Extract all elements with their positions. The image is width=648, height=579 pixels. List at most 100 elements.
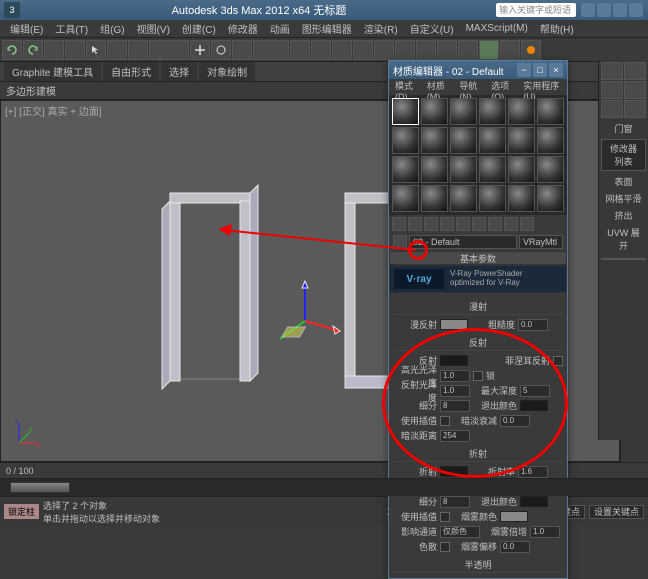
refcoord-dropdown[interactable] (253, 40, 289, 60)
sample-slot[interactable] (537, 156, 564, 183)
undo-icon[interactable] (2, 40, 22, 60)
sample-slot[interactable] (392, 185, 419, 212)
setkey-button[interactable]: 设置关键点 (589, 505, 644, 519)
maximize-icon[interactable] (613, 3, 627, 17)
sample-slot[interactable] (479, 156, 506, 183)
menu-graph[interactable]: 图形编辑器 (296, 21, 358, 36)
cp-tab-create[interactable] (601, 62, 623, 80)
spin-maxdepth-r[interactable]: 5 (520, 385, 550, 397)
select-icon[interactable] (86, 40, 106, 60)
me-maximize-icon[interactable]: □ (533, 63, 547, 77)
me-put-icon[interactable] (408, 217, 422, 231)
sample-slot[interactable] (450, 185, 477, 212)
me-gomap-icon[interactable] (520, 217, 534, 231)
me-copy-icon[interactable] (456, 217, 470, 231)
spin-rsubdiv[interactable]: 8 (440, 400, 470, 412)
material-editor-icon[interactable] (479, 40, 499, 60)
menu-modifiers[interactable]: 修改器 (222, 21, 264, 36)
sample-slot[interactable] (537, 127, 564, 154)
spin-fogbias[interactable]: 0.0 (500, 541, 530, 553)
minimize-icon[interactable] (597, 3, 611, 17)
menu-animation[interactable]: 动画 (264, 21, 296, 36)
spin-subdiv[interactable]: 8 (440, 496, 470, 508)
status-pin[interactable]: 锁定柱 (4, 504, 39, 519)
redo-icon[interactable] (23, 40, 43, 60)
me-showend-icon[interactable] (504, 217, 518, 231)
me-menu-mode[interactable]: 模式(D) (391, 79, 423, 95)
check-lock[interactable] (473, 371, 483, 381)
me-minimize-icon[interactable]: − (517, 63, 531, 77)
cp-tab-util[interactable] (624, 100, 646, 118)
cp-meshsmooth[interactable]: 网格平滑 (599, 190, 648, 207)
select-name-icon[interactable] (107, 40, 127, 60)
swatch-exitcolor-r[interactable] (520, 400, 548, 411)
me-type-button[interactable]: VRayMtl (519, 235, 563, 249)
me-get-icon[interactable] (392, 217, 406, 231)
ribbon-tab-freeform[interactable]: 自由形式 (103, 62, 159, 81)
sample-slot[interactable] (421, 98, 448, 125)
menu-maxscript[interactable]: MAXScript(M) (460, 23, 534, 34)
swatch-reflect[interactable] (440, 355, 468, 366)
spin-dimfall[interactable]: 0.0 (500, 415, 530, 427)
snap-icon[interactable] (311, 40, 331, 60)
sample-slot[interactable] (479, 98, 506, 125)
render-icon[interactable] (521, 40, 541, 60)
menu-render[interactable]: 渲染(R) (358, 21, 404, 36)
layers-icon[interactable] (416, 40, 436, 60)
unlink-icon[interactable] (65, 40, 85, 60)
spin-rglossy[interactable]: 1.0 (440, 385, 470, 397)
me-menu-utils[interactable]: 实用程序(U) (519, 79, 565, 95)
me-assign-icon[interactable] (424, 217, 438, 231)
link-icon[interactable] (44, 40, 64, 60)
sample-slot[interactable] (450, 156, 477, 183)
cp-surface[interactable]: 表面 (599, 173, 648, 190)
cp-tab-display[interactable] (601, 100, 623, 118)
menu-edit[interactable]: 编辑(E) (4, 21, 49, 36)
menu-create[interactable]: 创建(C) (176, 21, 222, 36)
swatch-diffuse[interactable] (440, 319, 468, 330)
help-icon[interactable] (581, 3, 595, 17)
ribbon-sub-label[interactable]: 多边形建模 (6, 83, 56, 98)
trackbar[interactable] (0, 478, 648, 496)
me-section-basic[interactable]: 基本参数 (389, 251, 567, 265)
close-icon[interactable] (629, 3, 643, 17)
cp-uvw[interactable]: UVW 展开 (599, 224, 648, 254)
mirror-icon[interactable] (374, 40, 394, 60)
curve-editor-icon[interactable] (437, 40, 457, 60)
percent-snap-icon[interactable] (353, 40, 373, 60)
ribbon-tab-paint[interactable]: 对象绘制 (199, 62, 255, 81)
cp-tab-motion[interactable] (624, 81, 646, 99)
menu-help[interactable]: 帮助(H) (534, 21, 580, 36)
menu-group[interactable]: 组(G) (94, 21, 130, 36)
menu-tools[interactable]: 工具(T) (49, 21, 94, 36)
search-input[interactable]: 输入关键字或短语 (496, 3, 576, 17)
pivot-icon[interactable] (290, 40, 310, 60)
angle-snap-icon[interactable] (332, 40, 352, 60)
sample-slot[interactable] (508, 127, 535, 154)
spin-ior[interactable]: 1.6 (518, 466, 548, 478)
spin-fogmult[interactable]: 1.0 (530, 526, 560, 538)
app-logo[interactable]: 3 (4, 2, 20, 18)
me-showmap-icon[interactable] (488, 217, 502, 231)
me-menu-nav[interactable]: 导航(N) (455, 79, 487, 95)
swatch-fogcolor[interactable] (500, 511, 528, 522)
select-region-icon[interactable] (128, 40, 148, 60)
cp-rollout-area[interactable] (601, 258, 646, 260)
sample-slot[interactable] (479, 127, 506, 154)
me-reset-icon[interactable] (440, 217, 454, 231)
me-menu-material[interactable]: 材质(M) (423, 79, 456, 95)
check-interp[interactable] (440, 512, 450, 522)
sample-slot[interactable] (479, 185, 506, 212)
dd-affectch[interactable]: 仅颜色 (440, 526, 480, 538)
render-setup-icon[interactable] (500, 40, 520, 60)
cp-tab-modify[interactable] (624, 62, 646, 80)
me-menu-options[interactable]: 选项(O) (487, 79, 519, 95)
sample-slot[interactable] (508, 156, 535, 183)
cp-extrude[interactable]: 挤出 (599, 207, 648, 224)
cp-tab-hier[interactable] (601, 81, 623, 99)
spin-dimdist[interactable]: 254 (440, 430, 470, 442)
sample-slot[interactable] (450, 98, 477, 125)
spin-hilight[interactable]: 1.0 (440, 370, 470, 382)
check-interp-r[interactable] (440, 416, 450, 426)
modifier-list-dropdown[interactable]: 修改器列表 (601, 139, 646, 171)
